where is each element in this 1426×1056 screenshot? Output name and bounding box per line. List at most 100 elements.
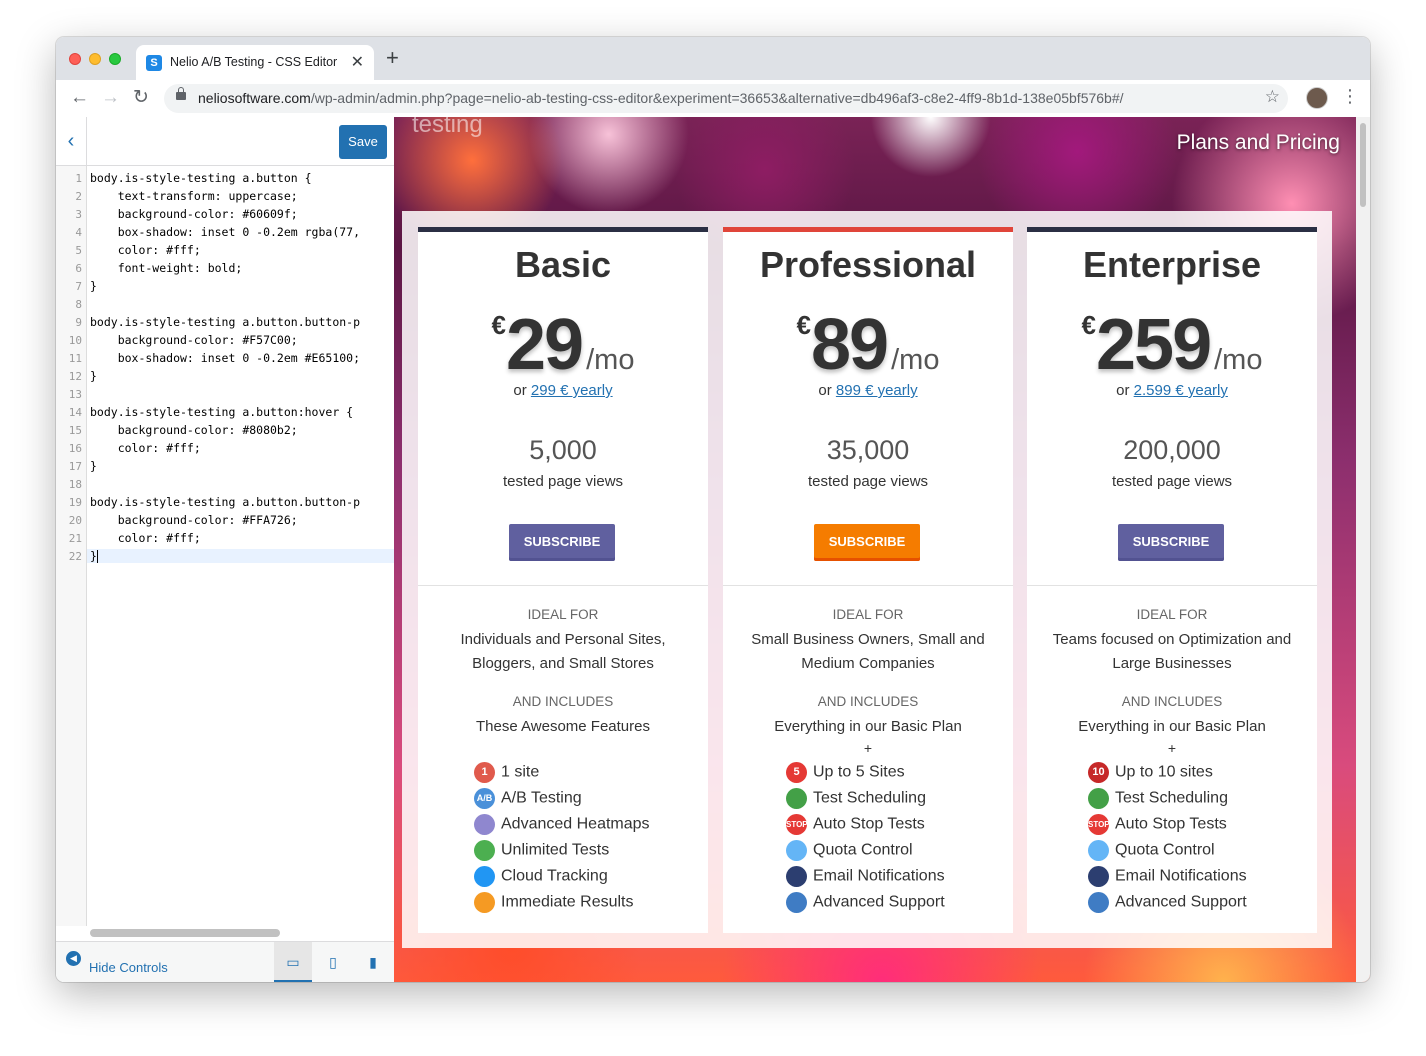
chevron-left-icon[interactable]: ‹ [56, 117, 87, 165]
code-line[interactable]: } [90, 459, 97, 473]
browser-toolbar: ← → ↻ neliosoftware.com/wp-admin/admin.p… [56, 80, 1370, 118]
or-label: or [513, 382, 527, 399]
code-line[interactable]: body.is-style-testing a.button { [90, 171, 312, 185]
feature-label: A/B Testing [501, 789, 582, 807]
code-line[interactable]: } [90, 369, 97, 383]
close-icon[interactable]: ✕ [351, 52, 364, 72]
code-line[interactable]: background-color: #8080b2; [90, 423, 298, 437]
code-line[interactable]: background-color: #F57C00; [90, 333, 298, 347]
code-line[interactable]: body.is-style-testing a.button.button-p [90, 495, 360, 509]
code-line[interactable]: body.is-style-testing a.button:hover { [90, 405, 353, 419]
minimize-window-button[interactable] [89, 53, 101, 65]
ideal-for-line-2: Large Businesses [1112, 655, 1232, 672]
nelio-favicon-icon: S [146, 55, 162, 71]
url-text[interactable]: neliosoftware.com/wp-admin/admin.php?pag… [198, 90, 1124, 106]
menu-kebab-icon[interactable]: ⋮ [1341, 86, 1359, 107]
ideal-for-heading: IDEAL FOR [527, 607, 599, 622]
and-includes-heading: AND INCLUDES [817, 694, 919, 709]
number-one-icon: 1 [474, 762, 495, 783]
code-line[interactable]: color: #fff; [90, 243, 201, 257]
headset-icon [1088, 892, 1109, 913]
page-title: Plans and Pricing [1176, 131, 1340, 154]
divider [418, 585, 708, 586]
scrollbar-thumb[interactable] [1360, 123, 1366, 207]
subscribe-button[interactable]: SUBSCRIBE [814, 524, 920, 561]
plan-price: €29/mo [418, 304, 708, 386]
feature-label: Email Notifications [1115, 867, 1247, 885]
line-number: 21 [68, 532, 82, 545]
yearly-price-link[interactable]: 2.599 € yearly [1134, 382, 1228, 399]
price-period: /mo [1214, 344, 1263, 376]
or-label: or [1116, 382, 1130, 399]
line-number: 1 [75, 172, 82, 185]
feature-label: Email Notifications [813, 867, 945, 885]
ideal-for-line-1: Individuals and Personal Sites, [460, 631, 666, 648]
code-line[interactable]: background-color: #60609f; [90, 207, 298, 221]
subscribe-button[interactable]: SUBSCRIBE [1118, 524, 1224, 561]
headset-icon [786, 892, 807, 913]
feature-label: Advanced Support [813, 893, 945, 911]
desktop-preview-icon[interactable]: ▭ [274, 942, 312, 982]
code-line[interactable]: box-shadow: inset 0 -0.2em rgba(77, [90, 225, 360, 239]
tab-strip: S Nelio A/B Testing - CSS Editor ✕ + [56, 37, 1370, 80]
code-line[interactable]: } [87, 549, 394, 563]
text-cursor [96, 550, 98, 563]
and-includes-heading: AND INCLUDES [512, 694, 614, 709]
code-line[interactable]: color: #fff; [90, 531, 201, 545]
feature-item: 5 Up to 5 Sites [786, 762, 905, 786]
code-line[interactable]: } [90, 279, 97, 293]
tab-title: Nelio A/B Testing - CSS Editor [170, 55, 338, 69]
url-path: /wp-admin/admin.php?page=nelio-ab-testin… [310, 90, 1124, 106]
save-button[interactable]: Save [339, 125, 387, 159]
code-line[interactable]: text-transform: uppercase; [90, 189, 298, 203]
feature-item: Quota Control [786, 840, 913, 864]
feature-item: Advanced Support [1088, 892, 1247, 916]
collapse-arrow-icon[interactable]: ◀ [66, 951, 81, 966]
feature-item: STOP Auto Stop Tests [1088, 814, 1227, 838]
browser-window: S Nelio A/B Testing - CSS Editor ✕ + ← →… [56, 37, 1370, 982]
pricing-card-enterprise: Enterprise €259/mo or 2.599 € yearly 200,00… [1027, 227, 1317, 933]
stop-sign-icon: STOP [786, 814, 808, 835]
tablet-preview-icon[interactable]: ▯ [314, 942, 352, 982]
plan-price: €259/mo [1027, 304, 1317, 386]
site-logo: testing [412, 117, 483, 138]
mobile-preview-icon[interactable]: ▮ [354, 942, 392, 982]
plan-price: €89/mo [723, 304, 1013, 386]
feature-label: Unlimited Tests [501, 841, 610, 859]
new-tab-icon[interactable]: + [386, 47, 399, 69]
line-number: 14 [68, 406, 82, 419]
page-views-label: tested page views [807, 473, 929, 490]
line-number: 15 [68, 424, 82, 437]
vertical-scrollbar[interactable] [1356, 117, 1370, 982]
yearly-price-link[interactable]: 299 € yearly [531, 382, 613, 399]
reload-icon[interactable]: ↻ [133, 87, 149, 109]
bookmark-star-icon[interactable]: ☆ [1265, 87, 1280, 107]
feature-label: Test Scheduling [1115, 789, 1228, 807]
yearly-price: or 899 € yearly [723, 382, 1013, 399]
page-views-label: tested page views [502, 473, 624, 490]
close-window-button[interactable] [69, 53, 81, 65]
feature-item: Unlimited Tests [474, 840, 609, 864]
price-period: /mo [891, 344, 940, 376]
code-line[interactable]: color: #fff; [90, 441, 201, 455]
feature-label: Auto Stop Tests [1115, 815, 1227, 833]
profile-avatar[interactable] [1306, 87, 1328, 109]
address-bar[interactable]: neliosoftware.com/wp-admin/admin.php?pag… [164, 84, 1288, 113]
code-line[interactable]: background-color: #FFA726; [90, 513, 298, 527]
code-line[interactable]: body.is-style-testing a.button.button-p [90, 315, 360, 329]
email-icon [1088, 866, 1109, 887]
feature-label: Up to 10 sites [1115, 763, 1213, 781]
zoom-window-button[interactable] [109, 53, 121, 65]
horizontal-scrollbar[interactable] [90, 929, 280, 937]
browser-tab[interactable]: S Nelio A/B Testing - CSS Editor ✕ [136, 45, 374, 80]
back-arrow-icon[interactable]: ← [70, 87, 89, 109]
subscribe-button[interactable]: SUBSCRIBE [509, 524, 615, 561]
code-line[interactable]: box-shadow: inset 0 -0.2em #E65100; [90, 351, 360, 365]
line-number: 17 [68, 460, 82, 473]
code-editor[interactable]: 1 2 3 4 5 6 7 8 9 10 11 12 13 14 15 16 17 18 19 20 21 22 body… [56, 166, 394, 926]
forward-arrow-icon[interactable]: → [101, 87, 120, 109]
hide-controls-link[interactable]: Hide Controls [89, 960, 168, 975]
code-line[interactable]: font-weight: bold; [90, 261, 243, 275]
price-amount: 259 [1095, 305, 1212, 385]
yearly-price-link[interactable]: 899 € yearly [836, 382, 918, 399]
